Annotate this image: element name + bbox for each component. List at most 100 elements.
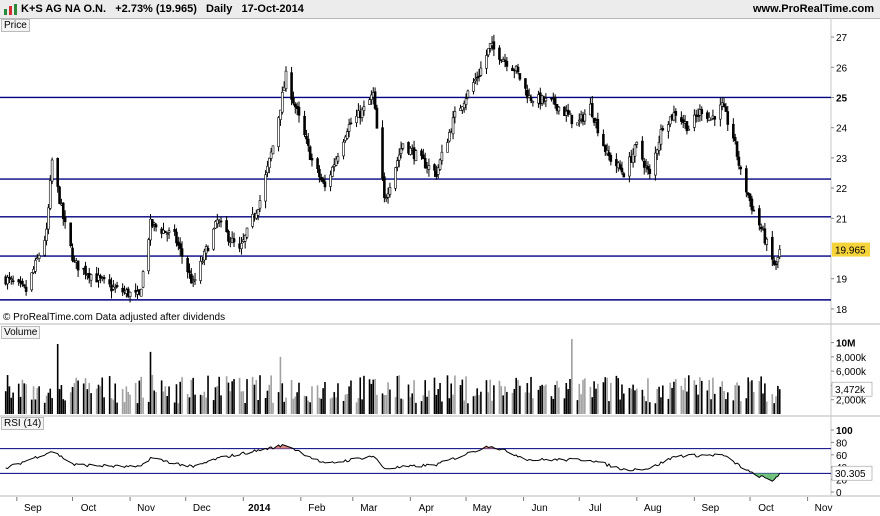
candle-body xyxy=(529,96,533,101)
volume-bar xyxy=(752,391,755,414)
x-tick-label: Oct xyxy=(81,503,97,514)
candle-body xyxy=(84,265,87,275)
candle-body xyxy=(345,131,349,139)
price-panel-label: Price xyxy=(1,19,30,32)
volume-bar xyxy=(121,389,124,414)
volume-bar xyxy=(732,400,735,414)
candle-body xyxy=(305,135,308,140)
volume-bar xyxy=(708,380,711,414)
candle-body xyxy=(381,127,384,180)
candle-body xyxy=(384,197,388,200)
volume-bar xyxy=(387,382,389,414)
volume-bar xyxy=(116,402,118,414)
candle-body xyxy=(212,228,215,250)
volume-bar xyxy=(608,401,610,414)
volume-bar xyxy=(181,377,183,414)
volume-bar xyxy=(179,381,181,414)
candle-body xyxy=(516,66,520,73)
volume-bar xyxy=(563,398,566,414)
volume-bar xyxy=(350,380,352,414)
candle-body xyxy=(225,220,228,233)
candle-body xyxy=(771,236,774,260)
volume-bar xyxy=(238,377,241,414)
chart-canvas[interactable]: 27262524232221191819.96510M8,000k6,000k4… xyxy=(0,0,880,516)
candle-body xyxy=(30,272,33,291)
candle-body xyxy=(485,55,488,69)
volume-bar xyxy=(415,402,417,414)
volume-bar xyxy=(257,399,259,414)
volume-bar xyxy=(244,403,246,414)
candle-body xyxy=(336,156,340,162)
candle-body xyxy=(661,128,665,131)
volume-bar xyxy=(277,392,280,414)
volume-bar xyxy=(17,383,20,414)
volume-bar xyxy=(73,383,76,414)
candle-body xyxy=(414,150,418,162)
candle-body xyxy=(464,98,468,105)
x-tick-label: Oct xyxy=(758,503,774,514)
volume-bar xyxy=(719,386,722,414)
volume-bar xyxy=(140,376,143,414)
volume-bar xyxy=(435,394,438,414)
volume-bar xyxy=(713,393,716,414)
volume-bar xyxy=(656,389,659,414)
candle-body xyxy=(383,176,386,198)
volume-bar xyxy=(671,387,673,414)
volume-bar xyxy=(506,391,508,414)
candle-body xyxy=(258,200,262,209)
volume-bar xyxy=(467,403,469,414)
volume-bar xyxy=(218,376,220,414)
last-volume-label: 3,472k xyxy=(835,385,866,396)
candle-body xyxy=(201,261,204,264)
x-tick-label: Aug xyxy=(644,503,662,514)
candle-body xyxy=(297,106,301,116)
candle-body xyxy=(570,114,574,125)
candle-body xyxy=(713,116,717,120)
volume-bar xyxy=(368,379,371,414)
candle-body xyxy=(61,202,65,220)
candle-body xyxy=(147,239,150,272)
candle-body xyxy=(448,132,451,142)
volume-bar xyxy=(630,388,633,414)
candle-body xyxy=(71,247,74,261)
volume-bar xyxy=(682,390,685,414)
candle-body xyxy=(641,140,644,160)
volume-bar xyxy=(155,392,157,414)
volume-panel[interactable] xyxy=(4,339,781,414)
price-tick-label: 25 xyxy=(836,93,848,104)
candle-body xyxy=(175,231,178,244)
volume-bar xyxy=(699,377,701,414)
rsi-panel[interactable] xyxy=(0,444,831,482)
volume-bar xyxy=(478,395,480,414)
volume-bar xyxy=(385,394,388,414)
volume-bar xyxy=(64,400,66,414)
volume-bar xyxy=(32,386,35,414)
candle-body xyxy=(22,284,26,287)
volume-bar xyxy=(545,384,547,414)
volume-bar xyxy=(335,397,337,414)
price-panel[interactable] xyxy=(0,34,831,303)
volume-bar xyxy=(654,403,657,414)
volume-bar xyxy=(591,397,594,414)
x-tick-label: Jul xyxy=(589,503,602,514)
volume-bar xyxy=(554,384,556,414)
volume-bar xyxy=(151,374,154,414)
volume-bar xyxy=(129,394,131,414)
volume-bar xyxy=(337,383,339,414)
x-tick-label: May xyxy=(473,503,492,514)
candle-body xyxy=(696,115,700,117)
volume-bar xyxy=(552,398,555,414)
volume-tick-label: 2,000k xyxy=(836,396,867,407)
volume-bar xyxy=(25,384,27,414)
volume-bar xyxy=(686,391,688,414)
volume-bar xyxy=(359,377,362,414)
volume-bar xyxy=(472,396,475,414)
volume-bar xyxy=(21,379,24,414)
volume-bar xyxy=(634,390,636,414)
volume-bar xyxy=(400,398,402,414)
volume-bar xyxy=(500,386,503,414)
volume-bar xyxy=(745,398,748,414)
volume-bar xyxy=(480,391,482,414)
volume-bar xyxy=(253,384,256,414)
volume-bar xyxy=(51,398,53,414)
